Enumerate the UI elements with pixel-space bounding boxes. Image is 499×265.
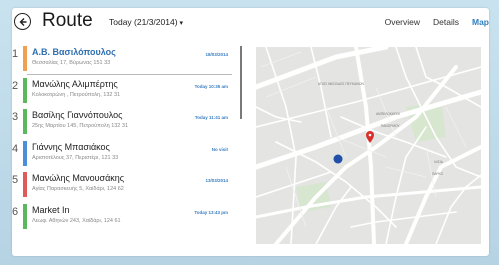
stop-time: No visit [211, 146, 228, 152]
stop-address: Αριστοτέλους 37, Περιστέρι, 121 33 [32, 154, 119, 161]
date-label: Today (21/3/2014) [109, 17, 178, 27]
stop-address: Λεωφ. Αθηνών 243, Χαϊδάρι, 124 61 [32, 217, 121, 224]
status-bar [23, 46, 27, 71]
stop-number: 6 [12, 205, 19, 218]
tab-details[interactable]: Details [433, 17, 459, 27]
view-tabs: Overview Details Map [385, 17, 489, 27]
stop-number: 3 [12, 111, 19, 123]
list-item[interactable]: 6 Market In Λεωφ. Αθηνών 243, Χαϊδάρι, 1… [12, 202, 232, 234]
stop-number: 1 [12, 48, 19, 60]
stop-time: Today 11:41 am [194, 115, 228, 120]
stop-time: 18/03/2014 [205, 52, 228, 57]
back-arrow-icon[interactable] [14, 13, 31, 30]
map-label: ΠΑΡΚΟ [432, 172, 444, 176]
status-bar [23, 140, 27, 166]
status-bar [23, 109, 27, 134]
stop-name: Α.Β. Βασιλόπουλος [32, 47, 116, 57]
map-label: ΑΜΠΕΛΟΚΗΠΟΙ [376, 112, 400, 116]
tab-map[interactable]: Map [472, 17, 489, 27]
stop-name: Μανώλης Μανουσάκης [32, 173, 125, 183]
stop-address: Κολοκοτρώνη , Πετρούπολη, 132 31 [32, 91, 121, 98]
date-selector[interactable]: Today (21/3/2014) ▾ [109, 17, 183, 27]
list-scrollbar[interactable] [240, 46, 242, 119]
list-item[interactable]: 1 Α.Β. Βασιλόπουλος Θεσσαλίας 17, Βύρωνα… [12, 44, 232, 76]
map-canvas: ΑΓΙΟΣ ΝΙΚΟΛΑΟΣ ΠΕΥΚΑΚΙΩΝ ΑΜΠΕΛΟΚΗΠΟΙ ΠΑΝ… [256, 47, 481, 244]
route-map[interactable]: ΑΓΙΟΣ ΝΙΚΟΛΑΟΣ ΠΕΥΚΑΚΙΩΝ ΑΜΠΕΛΟΚΗΠΟΙ ΠΑΝ… [256, 47, 481, 244]
current-location-icon[interactable] [333, 154, 343, 164]
list-item[interactable]: 4 Γιάννης Μπασιάκος Αριστοτέλους 37, Περ… [12, 139, 232, 171]
status-bar [23, 77, 27, 103]
stop-number: 2 [12, 79, 19, 92]
chevron-down-icon: ▾ [179, 20, 184, 27]
stop-name: Market In [32, 204, 70, 215]
stop-address: Θεσσαλίας 17, Βύρωνας 151 33 [32, 60, 111, 66]
stop-address: 25ης Μαρτίου 145, Πετρούπολη 132 31 [32, 123, 129, 129]
stop-name: Γιάννης Μπασιάκος [32, 141, 110, 152]
stop-list: 1 Α.Β. Βασιλόπουλος Θεσσαλίας 17, Βύρωνα… [12, 44, 232, 233]
stop-name: Μανώλης Αλιμπέρτης [32, 78, 118, 89]
page-title: Route [42, 10, 93, 31]
stop-time: Today 13:43 pm [194, 209, 228, 215]
stop-time: Today 10:35 am [194, 83, 228, 89]
map-label: ΠΑΝΟΡΜΟΥ [381, 124, 400, 128]
list-item[interactable]: 2 Μανώλης Αλιμπέρτης Κολοκοτρώνη , Πετρο… [12, 76, 232, 108]
status-bar [23, 172, 27, 197]
list-item[interactable]: 5 Μανώλης Μανουσάκης Αγίας Παρασκευής 5,… [12, 170, 232, 202]
map-label: ΙΛΙΣΙΑ [434, 160, 444, 164]
map-label: ΑΓΙΟΣ ΝΙΚΟΛΑΟΣ ΠΕΥΚΑΚΙΩΝ [318, 82, 364, 86]
list-item[interactable]: 3 Βασίλης Γιαννόπουλος 25ης Μαρτίου 145,… [12, 107, 232, 139]
stop-number: 5 [12, 174, 19, 186]
stop-time: 13/03/2014 [205, 178, 228, 183]
stop-number: 4 [12, 142, 19, 155]
tab-overview[interactable]: Overview [385, 17, 420, 27]
stop-name: Βασίλης Γιαννόπουλος [32, 110, 123, 120]
stop-address: Αγίας Παρασκευής 5, Χαϊδάρι, 124 62 [32, 186, 124, 192]
status-bar [23, 203, 27, 229]
header: Route Today (21/3/2014) ▾ Overview Detail… [12, 9, 489, 39]
